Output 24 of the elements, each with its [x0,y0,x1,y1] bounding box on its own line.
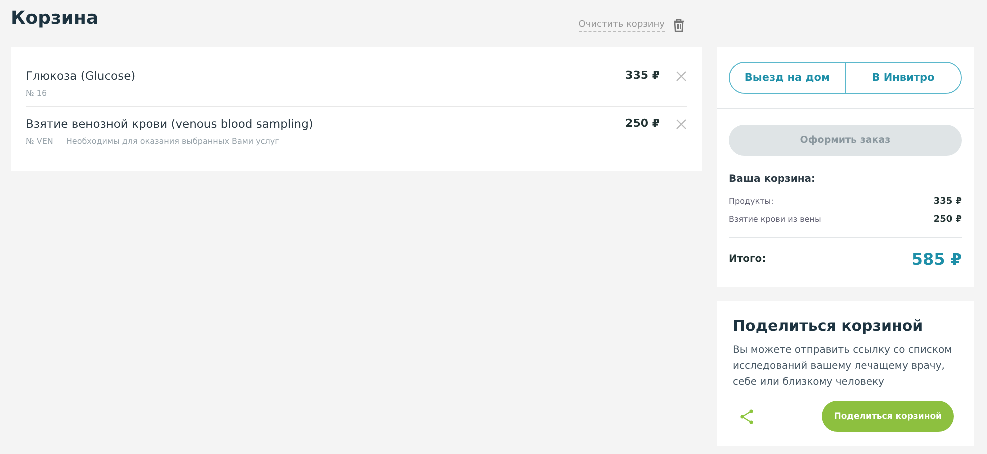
item-name: Взятие венозной крови (venous blood sampling) [26,117,314,131]
clear-cart-link[interactable]: Очистить корзину [578,20,665,32]
total-label: Итого: [729,254,766,265]
page-title: Корзина [11,8,99,29]
item-price: 250 ₽ [626,117,660,130]
item-name: Глюкоза (Glucose) [26,69,137,83]
delivery-option[interactable]: В Инвитро [845,63,961,93]
close-icon[interactable] [676,71,687,82]
summary-value: 335 ₽ [934,197,962,207]
summary-label: Продукты: [729,197,774,207]
item-code: № VEN [26,137,54,146]
item-code: № 16 [26,89,48,98]
share-icon[interactable] [740,408,754,424]
summary-label: Взятие крови из вены [729,215,822,225]
share-button[interactable]: Поделиться корзиной [822,401,954,432]
total-value: 585 ₽ [912,250,962,269]
share-text: Вы можете отправить ссылку со списком исследований вашему лечащему врачу, себе или близкому человеку [733,344,954,390]
summary-title: Ваша корзина: [729,174,817,185]
summary-value: 250 ₽ [934,215,962,225]
close-icon[interactable] [676,119,687,130]
trash-icon[interactable] [673,19,685,32]
share-title: Поделиться корзиной [733,317,924,335]
item-price: 335 ₽ [626,69,660,82]
item-note: Необходимы для оказания выбранных Вами услуг [66,137,280,146]
